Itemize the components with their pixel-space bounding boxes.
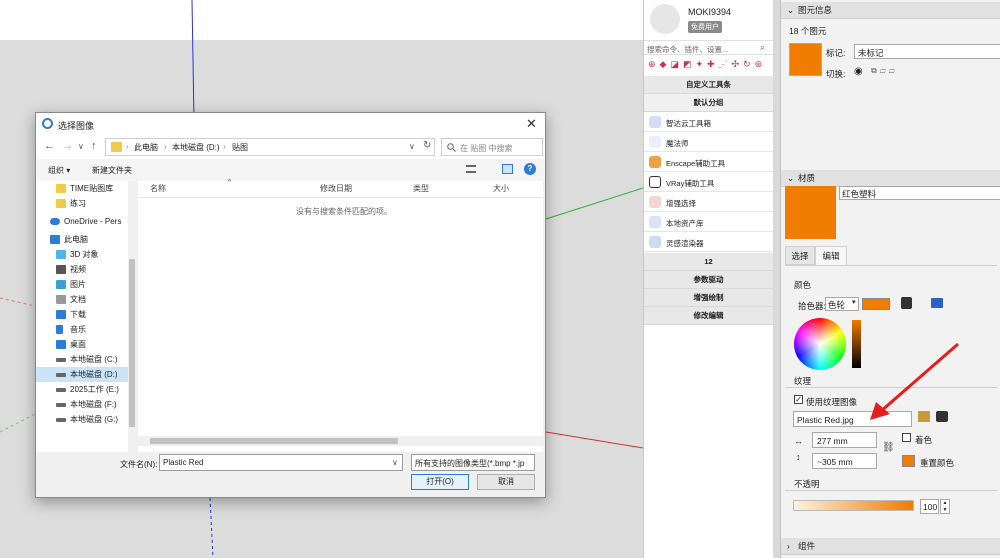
annotation-arrow bbox=[870, 342, 959, 420]
